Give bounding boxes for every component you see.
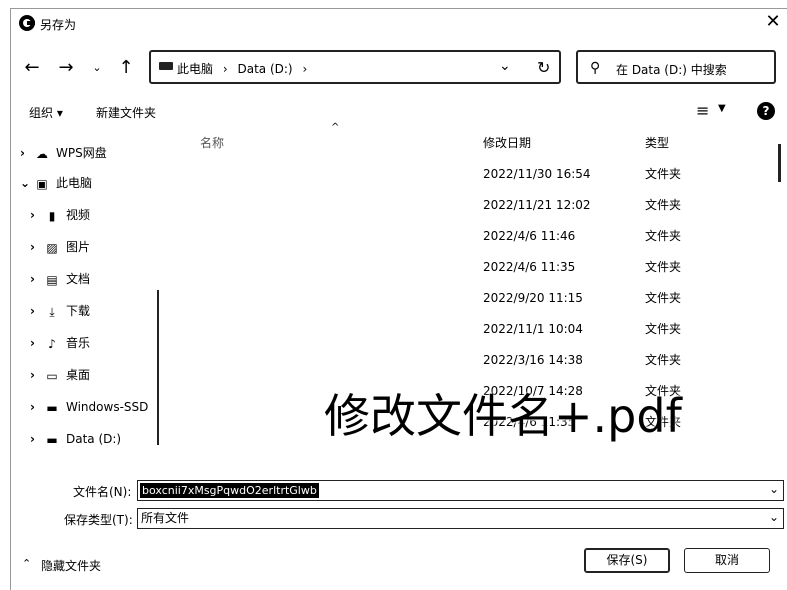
close-icon[interactable]: ✕ [763,12,783,32]
back-icon[interactable]: ← [21,57,43,79]
view-options-icon[interactable]: ≡ [696,101,709,120]
app-logo-icon [19,15,35,31]
file-type: 文件夹 [645,291,682,305]
address-bar[interactable]: 此电脑 › Data (D:) › ⌄ ↻ [149,50,561,84]
file-modified-date: 2022/11/21 12:02 [483,198,591,212]
organize-menu[interactable]: 组织 ▾ [29,104,63,121]
search-box[interactable]: ⚲ 在 Data (D:) 中搜索 [576,50,776,84]
file-modified-date: 2022/11/1 10:04 [483,322,583,336]
file-type: 文件夹 [645,260,682,274]
column-header-type[interactable]: 类型 [645,134,669,151]
refresh-icon[interactable]: ↻ [537,58,550,77]
cancel-button[interactable]: 取消 [684,548,770,573]
filename-field[interactable]: boxcnii7xMsgPqwdO2erltrtGlwb ⌄ [137,480,784,501]
breadcrumb-data-drive[interactable]: Data (D:) [237,62,292,76]
file-type: 文件夹 [645,353,682,367]
column-header-name[interactable]: 名称 [200,134,224,151]
save-button[interactable]: 保存(S) [584,548,670,573]
column-header-date[interactable]: 修改日期 [483,134,531,151]
file-modified-date: 2022/11/30 16:54 [483,167,591,181]
view-dropdown-icon[interactable]: ▼ [718,103,726,114]
filename-input[interactable]: boxcnii7xMsgPqwdO2erltrtGlwb [140,483,319,498]
table-row[interactable]: 2022/11/30 16:54 文件夹 [0,159,770,190]
recent-locations-chevron-icon[interactable]: ⌄ [86,57,108,79]
breadcrumb-this-pc[interactable]: 此电脑 [177,62,213,76]
filename-dropdown-icon[interactable]: ⌄ [769,482,779,496]
sort-ascending-icon: ^ [331,122,340,133]
hide-folders-toggle[interactable]: 隐藏文件夹 [41,557,101,574]
file-modified-date: 2022/9/20 11:15 [483,291,583,305]
filetype-label: 保存类型(T): [64,513,133,527]
table-row[interactable]: 2022/11/1 10:04 文件夹 [0,314,770,345]
new-folder-button[interactable]: 新建文件夹 [96,104,156,121]
drive-icon [159,62,173,70]
file-type: 文件夹 [645,167,682,181]
nav-item-label: WPS网盘 [56,146,107,160]
filetype-value: 所有文件 [141,511,190,525]
address-dropdown-icon[interactable]: ⌄ [499,58,511,74]
file-list-scrollbar[interactable] [778,144,781,182]
file-type: 文件夹 [645,229,682,243]
search-placeholder: 在 Data (D:) 中搜索 [616,63,727,77]
file-modified-date: 2022/4/6 11:46 [483,229,576,243]
filetype-dropdown-icon[interactable]: ⌄ [769,510,779,524]
table-row[interactable]: 2022/11/21 12:02 文件夹 [0,190,770,221]
chevron-up-icon[interactable]: ⌃ [22,557,31,570]
overlay-annotation: 修改文件名+.pdf [324,389,682,443]
breadcrumb-separator-icon[interactable]: › [302,62,307,76]
file-type: 文件夹 [645,322,682,336]
file-type: 文件夹 [645,198,682,212]
forward-icon[interactable]: → [55,57,77,79]
dialog-title: 另存为 [40,18,77,32]
table-row[interactable]: 2022/4/6 11:35 文件夹 [0,252,770,283]
up-folder-icon[interactable]: ↑ [115,57,137,79]
table-row[interactable]: 2022/3/16 14:38 文件夹 [0,345,770,376]
table-row[interactable]: 2022/4/6 11:46 文件夹 [0,221,770,252]
breadcrumb-separator-icon[interactable]: › [223,62,228,76]
breadcrumb: 此电脑 › Data (D:) › [177,60,313,77]
help-icon[interactable]: ? [757,102,775,120]
file-modified-date: 2022/3/16 14:38 [483,353,583,367]
filetype-select[interactable]: 所有文件 ⌄ [137,508,784,529]
table-row[interactable]: 2022/9/20 11:15 文件夹 [0,283,770,314]
search-icon: ⚲ [590,60,601,76]
filename-label: 文件名(N): [73,485,132,499]
file-modified-date: 2022/4/6 11:35 [483,260,576,274]
